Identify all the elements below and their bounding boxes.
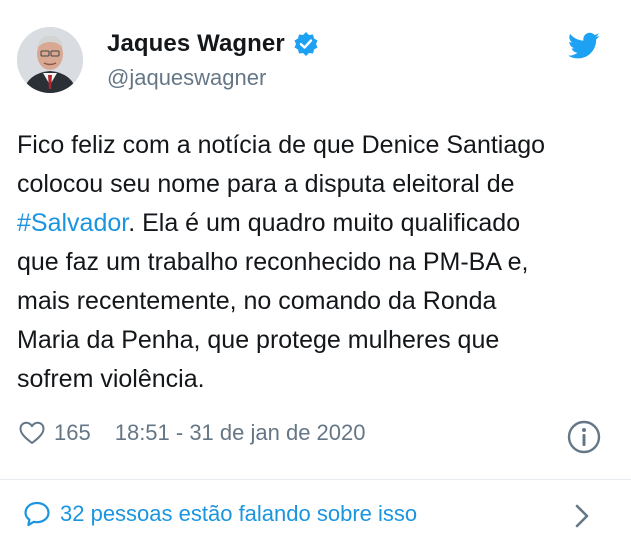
tweet-card: Jaques Wagner @jaqueswagner Fico feliz c… <box>0 0 631 549</box>
twitter-bird-icon[interactable] <box>568 32 600 60</box>
divider <box>0 479 631 480</box>
info-icon[interactable] <box>566 419 602 455</box>
like-count[interactable]: 165 <box>54 420 91 446</box>
tweet-text: Fico feliz com a notícia de que Denice S… <box>17 126 617 399</box>
avatar[interactable] <box>17 27 83 93</box>
conversation-link[interactable]: 32 pessoas estão falando sobre isso <box>23 500 417 528</box>
author-handle[interactable]: @jaqueswagner <box>107 65 266 91</box>
conversation-link-text[interactable]: 32 pessoas estão falando sobre isso <box>60 501 417 527</box>
heart-icon[interactable] <box>19 421 45 445</box>
chevron-right-icon[interactable] <box>572 503 592 529</box>
tweet-text-start: Fico feliz com a notícia de que Denice S… <box>17 131 546 198</box>
speech-bubble-icon <box>23 500 51 528</box>
author-name[interactable]: Jaques Wagner <box>107 30 285 58</box>
verified-badge-icon <box>293 31 319 57</box>
author-name-row[interactable]: Jaques Wagner <box>107 30 319 58</box>
tweet-meta: 165 18:51 - 31 de jan de 2020 <box>19 420 365 446</box>
tweet-timestamp[interactable]: 18:51 - 31 de jan de 2020 <box>115 420 366 446</box>
hashtag-link[interactable]: #Salvador <box>17 209 128 237</box>
